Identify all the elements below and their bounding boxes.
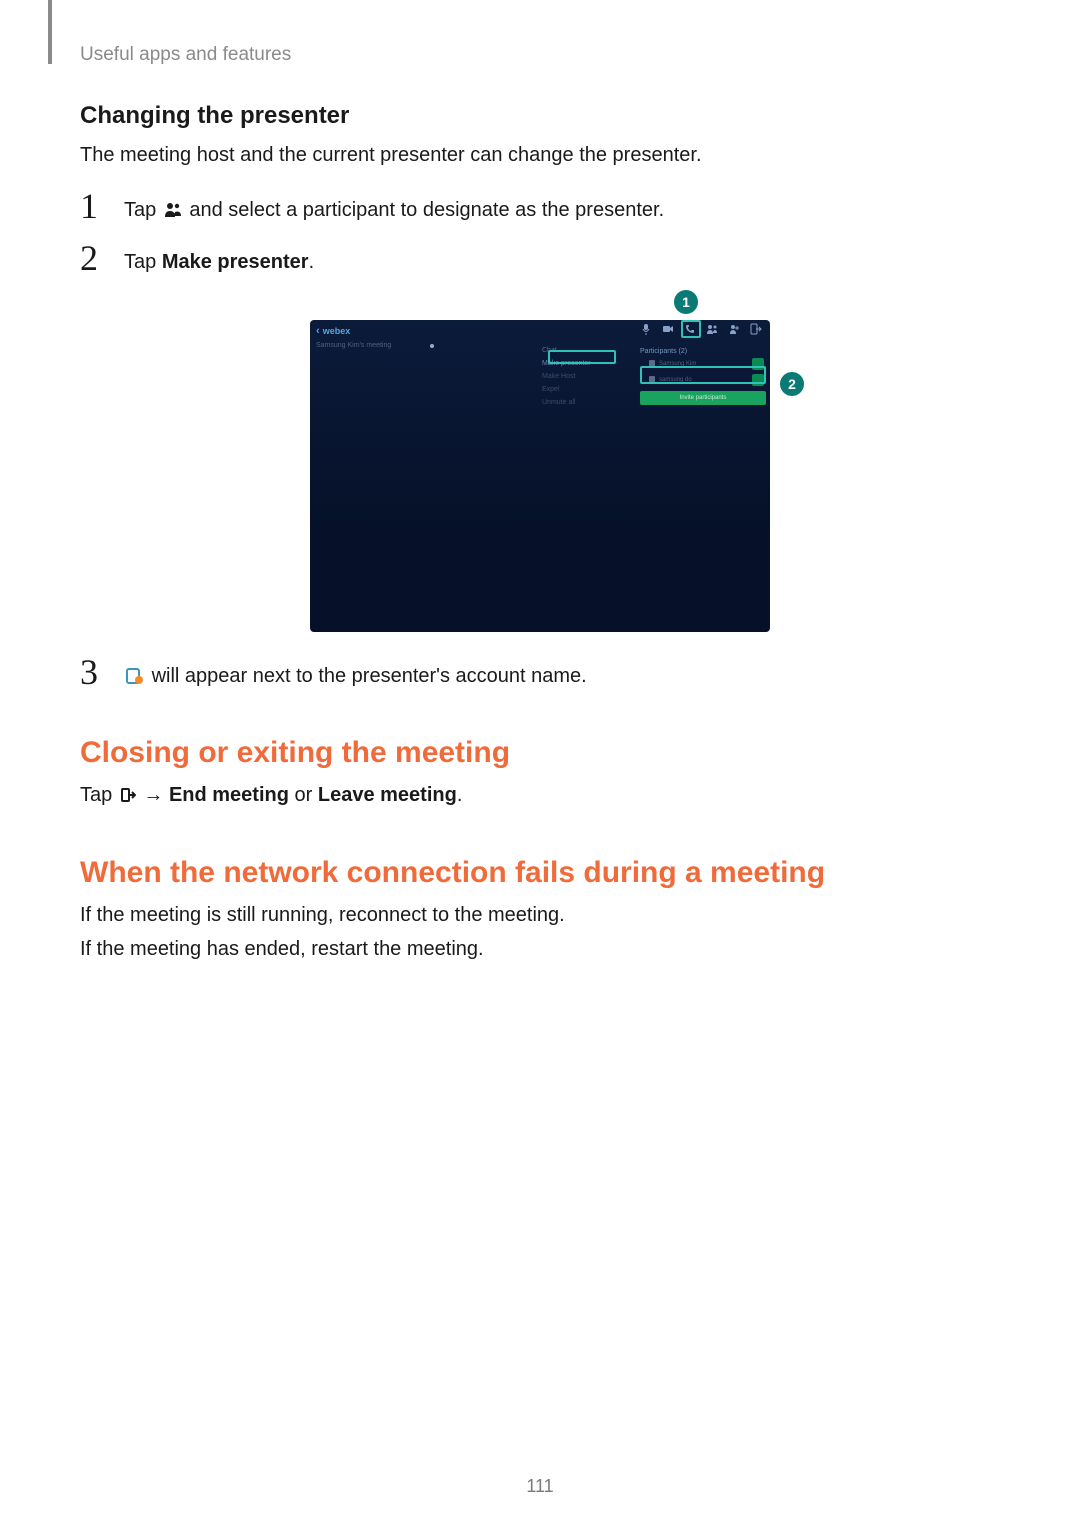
presenter-ball-icon [126,664,144,692]
step-1: 1 Tap and select a participant to design… [80,188,1000,226]
step-3: 3 will appear next to the presenter's ac… [80,654,1000,692]
panel-heading: Participants (2) [640,348,766,355]
step3-text: will appear next to the presenter's acco… [152,665,587,687]
section-heading-closing: Closing or exiting the meeting [80,736,1000,770]
meeting-title: Samsung Kim's meeting [316,342,391,349]
breadcrumb: Useful apps and features [80,44,1000,66]
end-meeting-label: End meeting [169,784,289,806]
back-button[interactable]: ‹ webex [316,325,350,337]
arrow: → [143,784,169,806]
menu-make-host[interactable]: Make Host [538,370,628,383]
step2-prefix: Tap [124,251,162,273]
add-user-icon[interactable] [726,322,742,336]
page-number: 111 [0,1476,1080,1497]
network-p1: If the meeting is still running, reconne… [80,900,1000,930]
step-text: Tap and select a participant to designat… [124,188,664,226]
exit-icon [120,782,136,812]
callout-2: 2 [780,372,804,396]
participants-icon [164,198,182,226]
highlight-1 [681,320,701,338]
step1-prefix: Tap [124,199,162,221]
video-icon[interactable] [660,322,676,336]
closing-instruction: Tap → End meeting or Leave meeting. [80,780,1000,812]
step-text: will appear next to the presenter's acco… [124,654,587,692]
participants-icon[interactable] [704,322,720,336]
highlight-3 [548,350,616,364]
step-number: 1 [80,188,116,224]
menu-expel[interactable]: Expel [538,383,628,396]
exit-icon[interactable] [748,322,764,336]
mic-icon[interactable] [638,322,654,336]
step-number: 2 [80,240,116,276]
step-number: 3 [80,654,116,690]
tap-prefix: Tap [80,784,118,806]
manual-page: Useful apps and features Changing the pr… [0,0,1080,1527]
step1-suffix: and select a participant to designate as… [189,199,664,221]
network-p2: If the meeting has ended, restart the me… [80,934,1000,964]
or-text: or [289,784,318,806]
period: . [457,784,463,806]
invite-button[interactable]: Invite participants [640,391,766,405]
step-2: 2 Tap Make presenter. [80,240,1000,276]
step2-suffix: . [309,251,315,273]
highlight-2 [640,366,766,384]
step-text: Tap Make presenter. [124,240,314,276]
app-screenshot: 1 2 3 ‹ webex Samsung Kim's meeting [276,290,804,632]
callout-1: 1 [674,290,698,314]
leave-meeting-label: Leave meeting [318,784,457,806]
sub-heading-changing-presenter: Changing the presenter [80,102,1000,130]
step2-action: Make presenter [162,251,309,273]
margin-tick [48,0,52,64]
menu-unmute-all[interactable]: Unmute all [538,396,628,409]
intro-text: The meeting host and the current present… [80,140,1000,170]
section-heading-network: When the network connection fails during… [80,856,1000,890]
indicator-dot [430,344,434,348]
toolbar-icons [638,322,764,336]
